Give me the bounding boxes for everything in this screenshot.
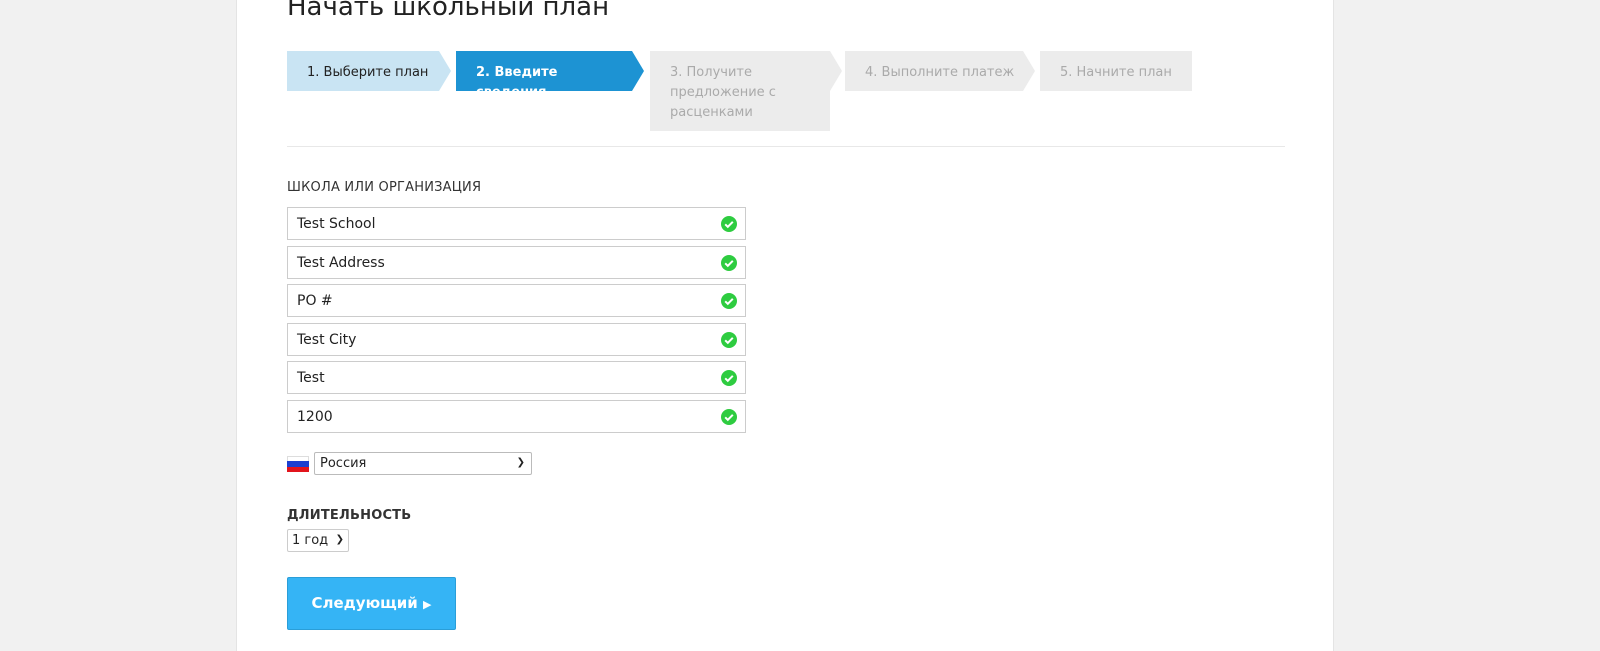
field-value: 1200 [297,408,333,425]
check-circle-icon [721,408,737,425]
chevron-down-icon: ❯ [335,534,344,545]
russia-flag-icon [287,456,309,472]
page-title: Начать школьный план [287,0,610,22]
check-circle-icon [721,216,737,232]
check-circle-icon [721,293,737,309]
field-value: Test School [297,216,376,232]
next-button[interactable]: Следующий ▶ [287,577,456,630]
form-field-input[interactable]: Test School [287,207,746,240]
field-value: Test City [297,331,357,348]
field-value: PO # [297,293,333,309]
form-field-input[interactable]: Test Address [287,245,746,279]
step-2: 2. Введите сведения [456,51,644,100]
next-button-label: Следующий [311,594,418,612]
school-section-label: ШКОЛА ИЛИ ОРГАНИЗАЦИЯ [287,180,482,195]
form-field-input[interactable]: Test City [287,322,746,356]
caret-right-icon: ▶ [423,598,432,611]
page-container: Начать школьный план 1. Выберите план 2.… [236,0,1334,651]
country-select[interactable]: Россия ❯ [314,452,532,475]
country-value: Россия [320,456,367,471]
step-1[interactable]: 1. Выберите план [287,51,451,91]
step-3: 3. Получите предложение с расценками [650,51,842,131]
form-field-input[interactable]: 1200 [287,399,746,433]
field-value: Test [297,370,325,386]
duration-select[interactable]: 1 год ❯ [287,529,349,552]
check-circle-icon [721,254,737,271]
duration-label: ДЛИТЕЛЬНОСТЬ [287,508,412,523]
form-field-input[interactable]: Test [287,361,746,394]
duration-value: 1 год [292,533,329,548]
step-5: 5. Начните план [1040,51,1192,91]
step-4: 4. Выполните платеж [845,51,1035,91]
check-circle-icon [721,370,737,386]
chevron-down-icon: ❯ [516,457,525,468]
field-value: Test Address [297,254,385,271]
step-3-label: 3. Получите предложение с расценками [670,65,776,120]
check-circle-icon [721,331,737,348]
divider [287,146,1285,147]
form-field-input[interactable]: PO # [287,284,746,317]
